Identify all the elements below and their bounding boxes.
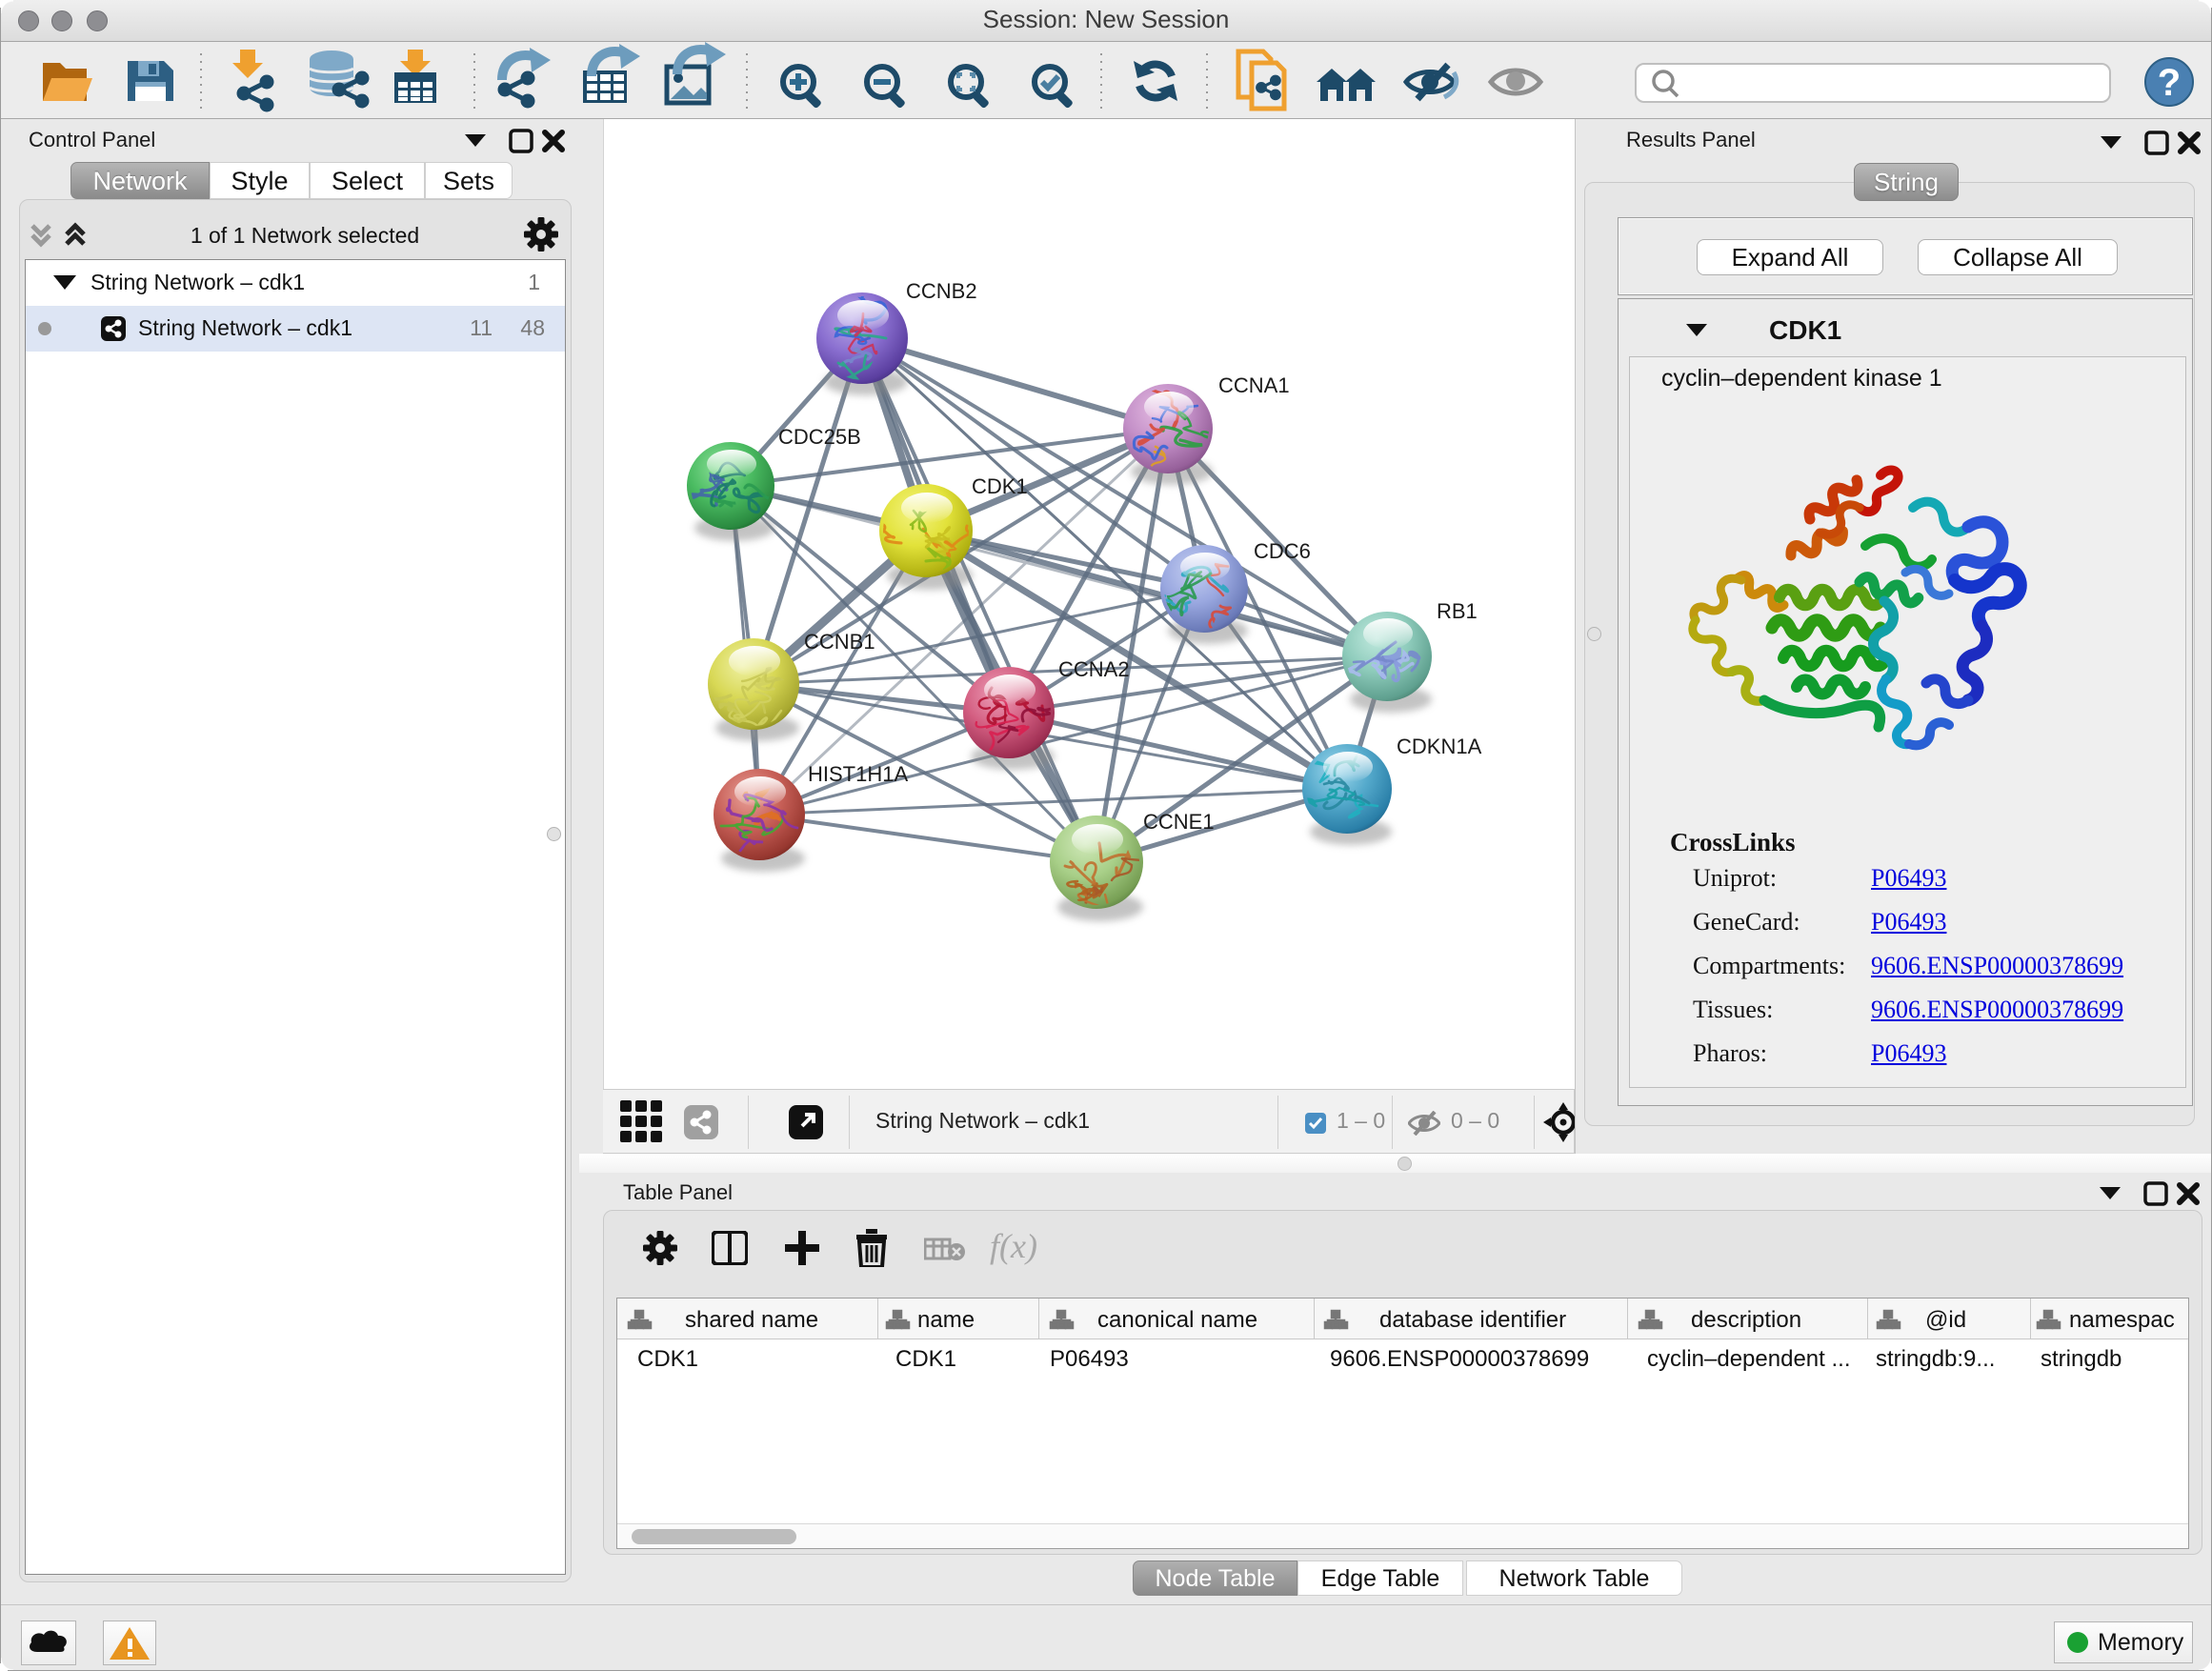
svg-text:CDK1: CDK1 (972, 474, 1028, 498)
svg-text:RB1: RB1 (1437, 599, 1478, 623)
svg-text:HIST1H1A: HIST1H1A (808, 762, 908, 786)
svg-text:description: description (1691, 1307, 1801, 1333)
svg-text:CDKN1A: CDKN1A (1397, 735, 1482, 758)
svg-text:CDC25B: CDC25B (778, 425, 861, 449)
svg-text:CCNB1: CCNB1 (804, 630, 875, 654)
svg-text:CCNA1: CCNA1 (1218, 373, 1290, 397)
svg-text:shared name: shared name (685, 1307, 818, 1333)
svg-text:database identifier: database identifier (1379, 1307, 1566, 1333)
svg-text:CDC6: CDC6 (1254, 539, 1311, 563)
svg-text:CCNB2: CCNB2 (906, 279, 977, 303)
svg-text:CCNE1: CCNE1 (1143, 810, 1215, 834)
svg-text:@id: @id (1925, 1307, 1966, 1333)
svg-text:name: name (917, 1307, 975, 1333)
svg-text:namespac: namespac (2069, 1307, 2175, 1333)
svg-text:canonical name: canonical name (1097, 1307, 1257, 1333)
svg-text:CCNA2: CCNA2 (1058, 657, 1130, 681)
svg-text:?: ? (2158, 62, 2181, 104)
